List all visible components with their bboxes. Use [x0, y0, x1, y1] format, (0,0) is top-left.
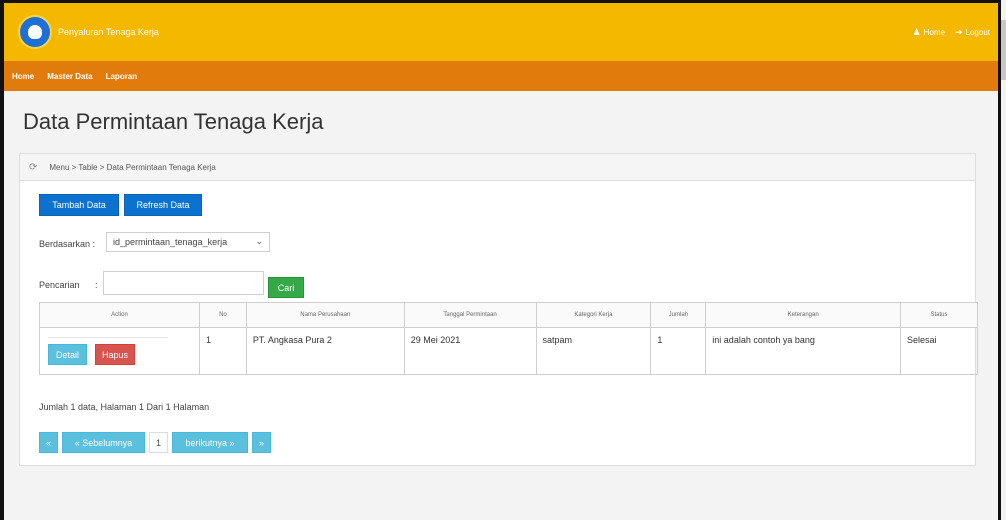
logout-arrow-icon: ➜: [954, 27, 963, 37]
cell-status: Selesai: [900, 327, 978, 375]
pagination-summary: Jumlah 1 data, Halaman 1 Dari 1 Halaman: [39, 402, 210, 412]
col-header-nama-perusahaan: Nama Perusahaan: [245, 302, 405, 328]
berdasarkan-select[interactable]: id_permintaan_tenaga_kerja ⌄: [106, 232, 270, 252]
last-page-button[interactable]: »: [252, 432, 271, 453]
nav-item-home[interactable]: Home: [12, 72, 34, 81]
logout-link-label: Logout: [965, 28, 990, 37]
nav-item-laporan[interactable]: Laporan: [106, 72, 138, 81]
user-logo-icon: [18, 15, 52, 49]
scrollbar-thumb[interactable]: [1001, 20, 1006, 80]
main-nav: Home Master Data Laporan: [4, 61, 998, 91]
cell-keterangan: ini adalah contoh ya bang: [705, 327, 902, 375]
berdasarkan-label: Berdasarkan :: [39, 239, 96, 249]
detail-button[interactable]: Detail: [48, 344, 87, 365]
col-header-keterangan: Keterangan: [705, 302, 902, 328]
page-title: Data Permintaan Tenaga Kerja: [23, 109, 324, 134]
pencarian-label: Pencarian: [39, 280, 80, 290]
breadcrumb-text: Menu > Table > Data Permintaan Tenaga Ke…: [49, 162, 216, 172]
cell-no: 1: [198, 327, 247, 375]
first-page-button[interactable]: «: [39, 432, 58, 453]
pagination: « « Sebelumnya 1 berikutnya » »: [39, 432, 271, 453]
cell-nama-perusahaan: PT. Angkasa Pura 2: [245, 327, 405, 375]
data-table: Action No Nama Perusahaan Tanggal Permin…: [39, 302, 978, 375]
logout-link[interactable]: ➜ Logout: [955, 27, 990, 38]
pencarian-colon: :: [95, 280, 98, 290]
col-header-action: Action: [39, 302, 200, 328]
refresh-data-button[interactable]: Refresh Data: [124, 194, 202, 216]
cell-jumlah: 1: [650, 327, 707, 375]
data-panel: ⟳ Menu > Table > Data Permintaan Tenaga …: [19, 153, 978, 466]
cell-tanggal: 29 Mei 2021: [403, 327, 537, 375]
content-area: Data Permintaan Tenaga Kerja ⟳ Menu > Ta…: [4, 91, 998, 520]
row-actions: Detail Hapus: [39, 327, 200, 375]
refresh-icon: ⟳: [29, 161, 38, 173]
cell-kategori: satpam: [535, 327, 652, 375]
header-links: ♟ Home ➜ Logout: [913, 27, 990, 38]
col-header-tanggal: Tanggal Permintaan: [403, 302, 537, 328]
home-link-label: Home: [923, 28, 945, 37]
user-icon: ♟: [912, 27, 921, 37]
col-header-jumlah: Jumlah: [650, 302, 707, 328]
nav-item-master-data[interactable]: Master Data: [47, 72, 92, 81]
previous-page-button[interactable]: « Sebelumnya: [62, 432, 145, 453]
col-header-no: No: [198, 302, 247, 328]
chevron-down-icon: ⌄: [255, 236, 263, 246]
col-header-kategori: Kategori Kerja: [535, 302, 652, 328]
breadcrumb: ⟳ Menu > Table > Data Permintaan Tenaga …: [20, 154, 975, 181]
app-title: Penyaluran Tenaga Kerja: [58, 27, 159, 37]
berdasarkan-selected: id_permintaan_tenaga_kerja: [113, 237, 228, 247]
tambah-data-button[interactable]: Tambah Data: [39, 194, 119, 216]
next-page-button[interactable]: berikutnya »: [172, 432, 248, 453]
table-header-row: Action No Nama Perusahaan Tanggal Permin…: [39, 302, 978, 328]
home-link[interactable]: ♟ Home: [913, 27, 945, 38]
hapus-button[interactable]: Hapus: [95, 344, 135, 365]
page-number-1[interactable]: 1: [149, 432, 168, 453]
col-header-status: Status: [900, 302, 978, 328]
top-header: Penyaluran Tenaga Kerja ♟ Home ➜ Logout: [4, 3, 998, 61]
cari-button[interactable]: Cari: [268, 277, 304, 298]
table-row: Detail Hapus 1 PT. Angkasa Pura 2 29 Mei…: [39, 327, 978, 375]
search-input[interactable]: [103, 271, 264, 295]
